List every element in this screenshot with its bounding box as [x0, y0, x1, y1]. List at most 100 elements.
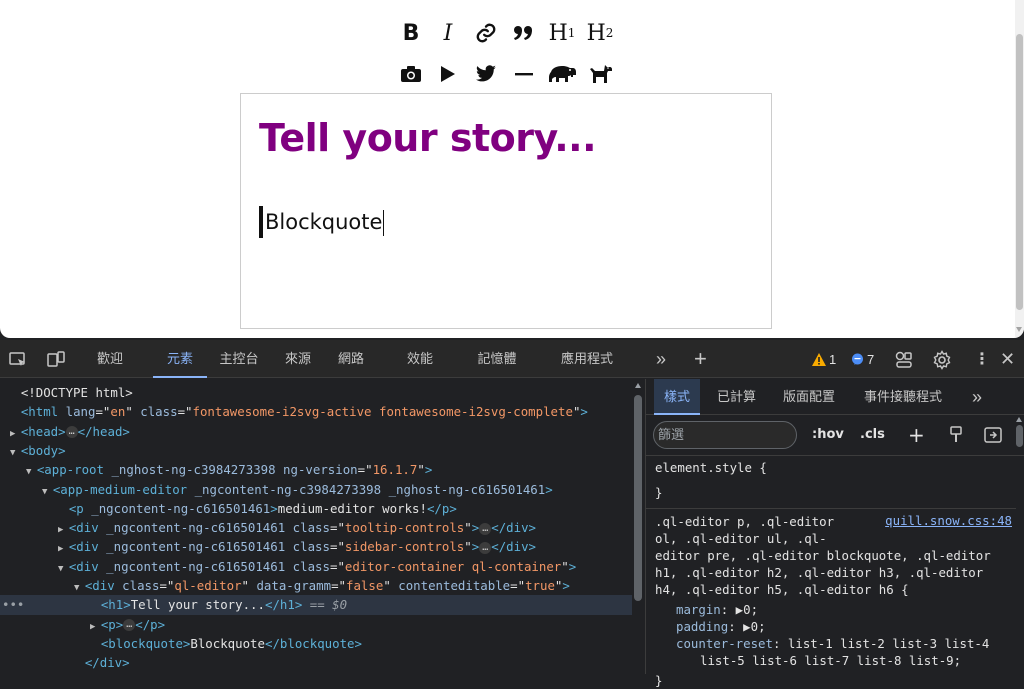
- quote-icon: [514, 26, 532, 40]
- tab-elements[interactable]: 元素: [153, 340, 207, 378]
- dom-tree[interactable]: <!DOCTYPE html> <html lang="en" class="f…: [0, 379, 632, 674]
- blockquote-text: Blockquote: [265, 210, 383, 234]
- tab-network[interactable]: 網路: [336, 340, 366, 378]
- rule-prop-counter-reset[interactable]: counter-reset: list-1 list-2 list-3 list…: [676, 635, 989, 652]
- more-panes-icon[interactable]: »: [972, 379, 982, 415]
- toggle-sidebar-icon[interactable]: [984, 427, 1002, 443]
- tab-sources[interactable]: 來源: [283, 340, 313, 378]
- ellipsis-badge[interactable]: …: [123, 619, 136, 632]
- hov-toggle[interactable]: :hov: [812, 422, 844, 448]
- tab-performance[interactable]: 效能: [405, 340, 435, 378]
- divider-button[interactable]: [508, 59, 540, 89]
- collapse-triangle-icon[interactable]: ▼: [26, 467, 37, 477]
- tab-application[interactable]: 應用程式: [558, 340, 616, 378]
- editor-container[interactable]: Tell your story... Blockquote: [240, 93, 772, 329]
- rule-prop-padding[interactable]: padding: ▶0;: [676, 618, 766, 635]
- ellipsis-badge[interactable]: …: [65, 426, 78, 439]
- tab-console[interactable]: 主控台: [217, 340, 261, 378]
- collapse-triangle-icon[interactable]: ▼: [74, 583, 85, 593]
- scroll-up-arrow-icon[interactable]: [1016, 417, 1022, 422]
- paint-brush-icon[interactable]: [948, 426, 964, 444]
- add-tab-icon[interactable]: +: [694, 340, 707, 378]
- ellipsis-badge[interactable]: …: [479, 541, 492, 554]
- tab-event-listeners[interactable]: 事件接聽程式: [864, 379, 942, 415]
- rule-divider: [646, 508, 1016, 509]
- collapse-triangle-icon[interactable]: ▼: [10, 448, 21, 458]
- dom-node-line[interactable]: ▶ <p>… </p>: [0, 615, 632, 634]
- editor-blockquote[interactable]: Blockquote: [259, 206, 385, 238]
- dom-node-line[interactable]: <blockquote>Blockquote</blockquote>: [0, 634, 632, 653]
- dom-node-line[interactable]: ▼ <body>: [0, 441, 632, 460]
- more-tabs-icon[interactable]: »: [656, 340, 666, 378]
- rule-prop-margin[interactable]: margin: ▶0;: [676, 601, 758, 618]
- dom-node-line[interactable]: ▶ <div _ngcontent-ng-c616501461 class="s…: [0, 537, 632, 556]
- tweet-button[interactable]: [470, 59, 502, 89]
- dom-node-line[interactable]: ••• <h1>Tell your story...</h1> == $0: [0, 595, 632, 615]
- messages-badge[interactable]: 7: [851, 340, 874, 378]
- rule-source-link[interactable]: quill.snow.css:48: [885, 513, 1012, 528]
- collapse-triangle-icon[interactable]: ▼: [58, 564, 69, 574]
- dom-node-line[interactable]: <p _ngcontent-ng-c616501461>medium-edito…: [0, 499, 632, 518]
- page-scrollbar-thumb[interactable]: [1016, 34, 1023, 310]
- expand-triangle-icon[interactable]: ▶: [10, 429, 21, 439]
- expand-triangle-icon: [10, 409, 21, 419]
- cls-toggle[interactable]: .cls: [860, 422, 885, 448]
- collapse-triangle-icon[interactable]: ▼: [42, 487, 53, 497]
- header2-button[interactable]: H2: [584, 18, 616, 48]
- warning-icon: [812, 352, 826, 366]
- dom-node-line[interactable]: ▼ <app-medium-editor _ngcontent-ng-c3984…: [0, 480, 632, 499]
- link-button[interactable]: [470, 18, 502, 48]
- scroll-down-arrow-icon[interactable]: [1016, 327, 1022, 332]
- video-button[interactable]: [432, 59, 464, 89]
- dom-node-line[interactable]: ▼ <app-root _nghost-ng-c3984273398 ng-ve…: [0, 460, 632, 479]
- page-viewport: B I H1 H2 Tell your story... Blockquote: [0, 0, 1024, 338]
- italic-button[interactable]: I: [432, 18, 464, 48]
- dom-node-line[interactable]: <!DOCTYPE html>: [0, 383, 632, 402]
- dom-tree-scrollbar-thumb[interactable]: [634, 395, 642, 601]
- dom-node-line[interactable]: ▼ <div _ngcontent-ng-c616501461 class="e…: [0, 557, 632, 576]
- blockquote-button[interactable]: [508, 18, 540, 48]
- inspect-element-icon[interactable]: [8, 350, 28, 370]
- tab-layout[interactable]: 版面配置: [783, 379, 835, 415]
- styles-tabbar: 樣式 已計算 版面配置 事件接聽程式 »: [646, 379, 1024, 415]
- styles-scrollbar[interactable]: [1015, 417, 1024, 674]
- new-style-rule-icon[interactable]: +: [908, 422, 925, 448]
- devtools-panel: 歡迎 元素 主控台 來源 網路 效能 記憶體 應用程式 » + 1 7 ⋮ ✕ …: [0, 340, 1024, 688]
- settings-gear-icon[interactable]: [932, 350, 952, 370]
- tab-welcome[interactable]: 歡迎: [95, 340, 125, 378]
- expand-triangle-icon[interactable]: ▶: [58, 544, 69, 554]
- styles-scrollbar-thumb[interactable]: [1016, 425, 1023, 447]
- expand-triangle-icon[interactable]: ▶: [90, 622, 101, 632]
- tab-memory[interactable]: 記憶體: [475, 340, 519, 378]
- dom-tree-scrollbar[interactable]: [632, 379, 644, 674]
- hippo-button[interactable]: [546, 59, 578, 89]
- insert-toolbar: [0, 59, 1024, 89]
- close-devtools-icon[interactable]: ✕: [1000, 340, 1015, 378]
- editor-heading[interactable]: Tell your story...: [259, 116, 597, 160]
- bold-button[interactable]: B: [395, 18, 427, 48]
- dom-node-line[interactable]: </div>: [0, 653, 632, 672]
- warnings-badge[interactable]: 1: [812, 340, 836, 378]
- scroll-up-arrow-icon[interactable]: [635, 383, 641, 388]
- element-style-close: }: [655, 485, 663, 500]
- ellipsis-badge[interactable]: …: [479, 522, 492, 535]
- more-options-icon[interactable]: ⋮: [974, 340, 990, 378]
- dog-button[interactable]: [584, 59, 616, 89]
- dom-node-line[interactable]: <html lang="en" class="fontawesome-i2svg…: [0, 402, 632, 421]
- dog-icon: [590, 65, 612, 83]
- device-toolbar-icon[interactable]: [46, 350, 66, 370]
- tab-styles[interactable]: 樣式: [654, 379, 701, 415]
- page-scrollbar[interactable]: [1015, 0, 1024, 338]
- text-caret: [383, 210, 385, 236]
- element-style-open[interactable]: element.style {: [655, 459, 767, 476]
- styles-filter-input[interactable]: 篩選: [653, 421, 797, 449]
- dom-node-line[interactable]: ▼ <div class="ql-editor" data-gramm="fal…: [0, 576, 632, 595]
- tab-computed[interactable]: 已計算: [717, 379, 756, 415]
- expand-triangle-icon[interactable]: ▶: [58, 525, 69, 535]
- dom-node-line[interactable]: ▶ <div _ngcontent-ng-c616501461 class="t…: [0, 518, 632, 537]
- dom-node-line[interactable]: ▶ <head>… </head>: [0, 422, 632, 441]
- image-button[interactable]: [395, 59, 427, 89]
- header1-button[interactable]: H1: [546, 18, 578, 48]
- issues-icon[interactable]: [894, 350, 914, 370]
- divider-icon: [515, 73, 533, 76]
